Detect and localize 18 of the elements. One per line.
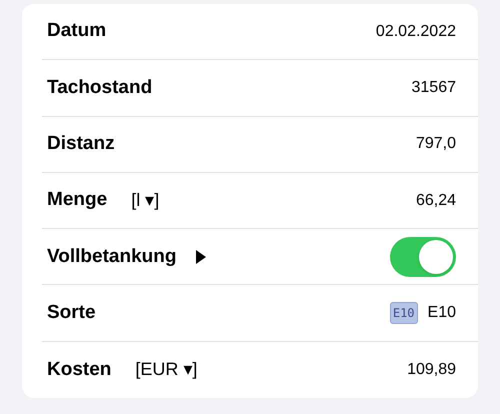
unit-dropdown[interactable]: [EUR ▾] [135,356,198,384]
field-value: 109,89 [407,360,456,380]
unit-dropdown[interactable]: [l ▾] [131,187,160,214]
toggle-switch[interactable] [390,236,456,277]
expand-triangle-icon[interactable] [196,250,206,264]
field-value: E10 [428,303,456,324]
field-label: Datum [47,19,106,44]
field-label: Sorte [47,300,96,325]
fuel-badge: E10 [390,302,418,324]
field-label: Vollbetankung [47,244,176,269]
field-label: Distanz [47,132,115,156]
field-label: Menge [47,188,108,212]
field-label: Tachostand [47,76,152,100]
field-value: 797,0 [416,134,456,154]
field-value: 31567 [412,78,456,98]
field-value: 66,24 [416,190,456,211]
field-label: Kosten [47,358,112,382]
field-value: 02.02.2022 [376,22,456,42]
